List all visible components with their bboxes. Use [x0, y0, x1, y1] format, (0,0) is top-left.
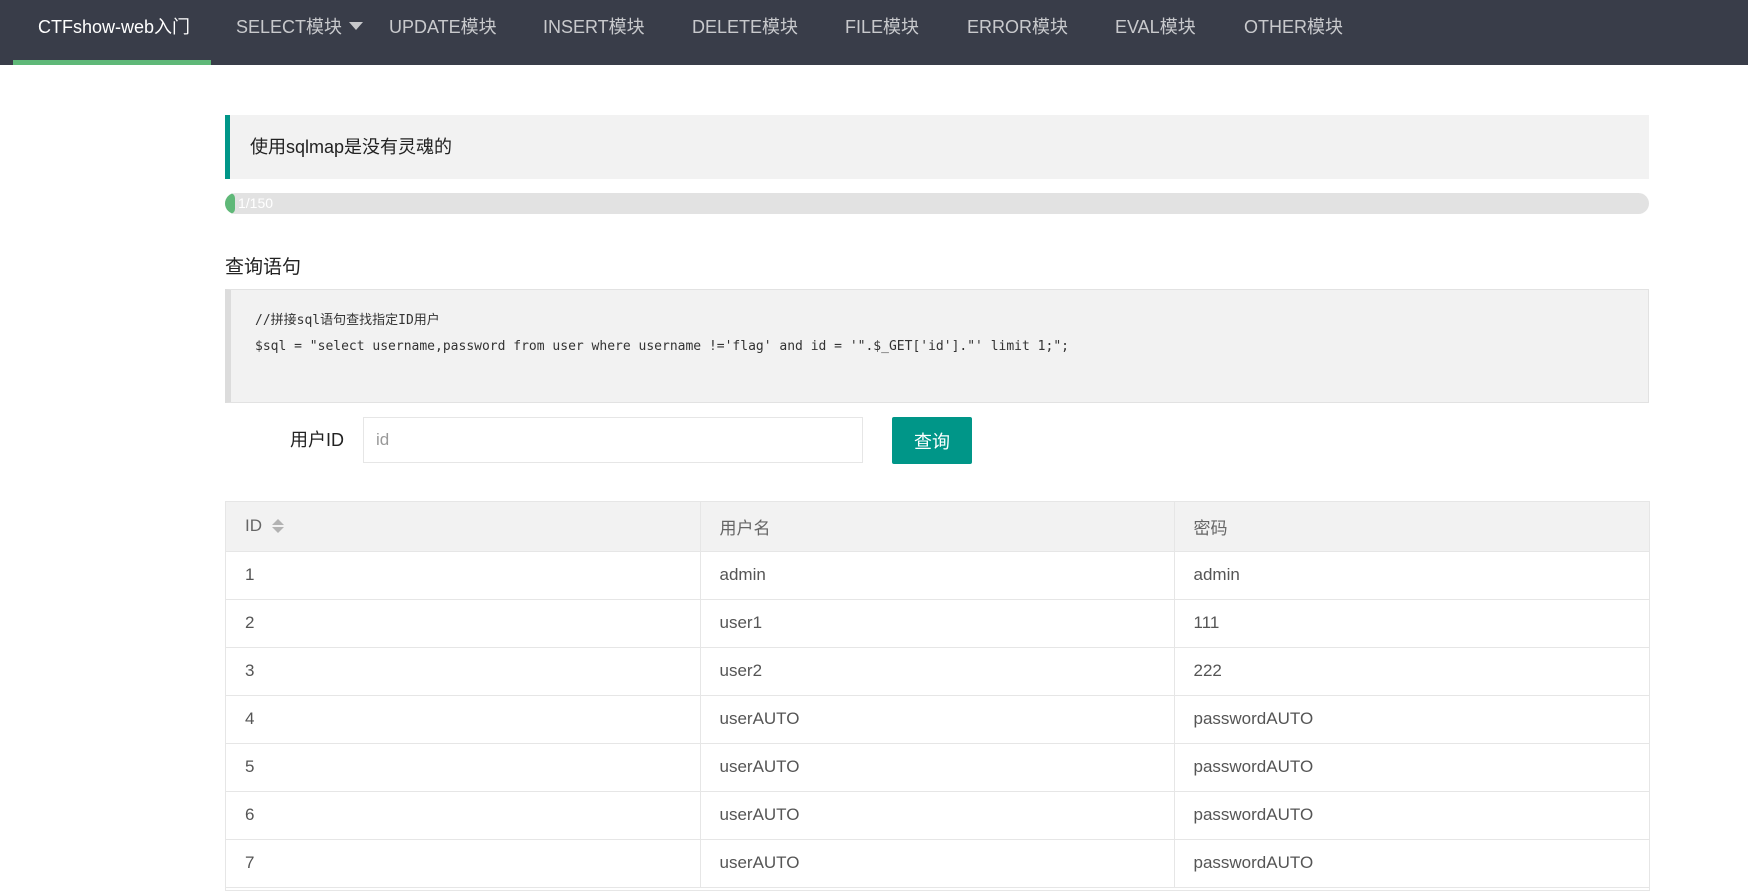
table-row: 1 admin admin	[226, 551, 1649, 600]
section-title: 查询语句	[225, 257, 302, 278]
cell-password: 111	[1174, 599, 1649, 648]
column-header-id[interactable]: ID	[226, 502, 701, 552]
nav-active-indicator	[13, 60, 211, 65]
code-comment-line: //拼接sql语句查找指定ID用户	[255, 313, 440, 328]
cell-id: 6	[226, 791, 701, 840]
cell-password: 222	[1174, 647, 1649, 696]
progress-bar: 1/150	[225, 193, 1649, 214]
nav-item-insert[interactable]: INSERT模块	[543, 0, 645, 65]
nav-item-eval[interactable]: EVAL模块	[1115, 0, 1196, 65]
cell-id: 4	[226, 695, 701, 744]
table-row: 5 userAUTO passwordAUTO	[226, 743, 1649, 792]
nav-item-update[interactable]: UPDATE模块	[389, 0, 497, 65]
notice-text: 使用sqlmap是没有灵魂的	[250, 137, 453, 157]
table-row: 4 userAUTO passwordAUTO	[226, 695, 1649, 744]
column-header-password: 密码	[1174, 502, 1649, 552]
table-row: 3 user2 222	[226, 647, 1649, 696]
cell-password: passwordAUTO	[1174, 791, 1649, 840]
cell-id: 2	[226, 599, 701, 648]
cell-username: admin	[700, 551, 1175, 600]
cell-username: userAUTO	[700, 839, 1175, 888]
query-button[interactable]: 查询	[892, 417, 972, 464]
cell-password: passwordAUTO	[1174, 695, 1649, 744]
nav-item-ctfshow-web[interactable]: CTFshow-web入门	[38, 0, 190, 65]
column-header-id-label: ID	[245, 516, 262, 536]
notice-quote: 使用sqlmap是没有灵魂的	[225, 115, 1649, 179]
user-id-label: 用户ID	[290, 430, 344, 450]
cell-password: passwordAUTO	[1174, 839, 1649, 888]
column-header-username: 用户名	[700, 502, 1175, 552]
table-row: 2 user1 111	[226, 599, 1649, 648]
nav-item-delete[interactable]: DELETE模块	[692, 0, 798, 65]
table-header-row: ID 用户名 密码	[226, 502, 1649, 552]
nav-item-select[interactable]: SELECT模块	[236, 0, 364, 65]
table-row: 7 userAUTO passwordAUTO	[226, 839, 1649, 888]
sort-icon[interactable]	[272, 518, 284, 533]
nav-item-error[interactable]: ERROR模块	[967, 0, 1068, 65]
cell-id: 1	[226, 551, 701, 600]
nav-item-other[interactable]: OTHER模块	[1244, 0, 1343, 65]
cell-username: userAUTO	[700, 791, 1175, 840]
cell-password: passwordAUTO	[1174, 743, 1649, 792]
table-row: 6 userAUTO passwordAUTO	[226, 791, 1649, 840]
user-id-input[interactable]	[363, 417, 863, 463]
progress-fill	[225, 193, 235, 214]
top-navigation: CTFshow-web入门 SELECT模块 UPDATE模块 INSERT模块…	[0, 0, 1748, 65]
code-block: //拼接sql语句查找指定ID用户 $sql = "select usernam…	[225, 289, 1649, 403]
code-sql-line: $sql = "select username,password from us…	[255, 339, 1069, 354]
cell-username: userAUTO	[700, 743, 1175, 792]
cell-username: user1	[700, 599, 1175, 648]
progress-text: 1/150	[238, 195, 274, 211]
cell-id: 7	[226, 839, 701, 888]
results-table: ID 用户名 密码 1 admin admin 2 user1 111 3 us…	[225, 501, 1650, 891]
nav-item-select-label: SELECT模块	[236, 17, 343, 37]
chevron-down-icon	[349, 22, 364, 31]
cell-id: 3	[226, 647, 701, 696]
cell-id: 5	[226, 743, 701, 792]
cell-username: userAUTO	[700, 695, 1175, 744]
nav-item-file[interactable]: FILE模块	[845, 0, 919, 65]
cell-password: admin	[1174, 551, 1649, 600]
cell-username: user2	[700, 647, 1175, 696]
